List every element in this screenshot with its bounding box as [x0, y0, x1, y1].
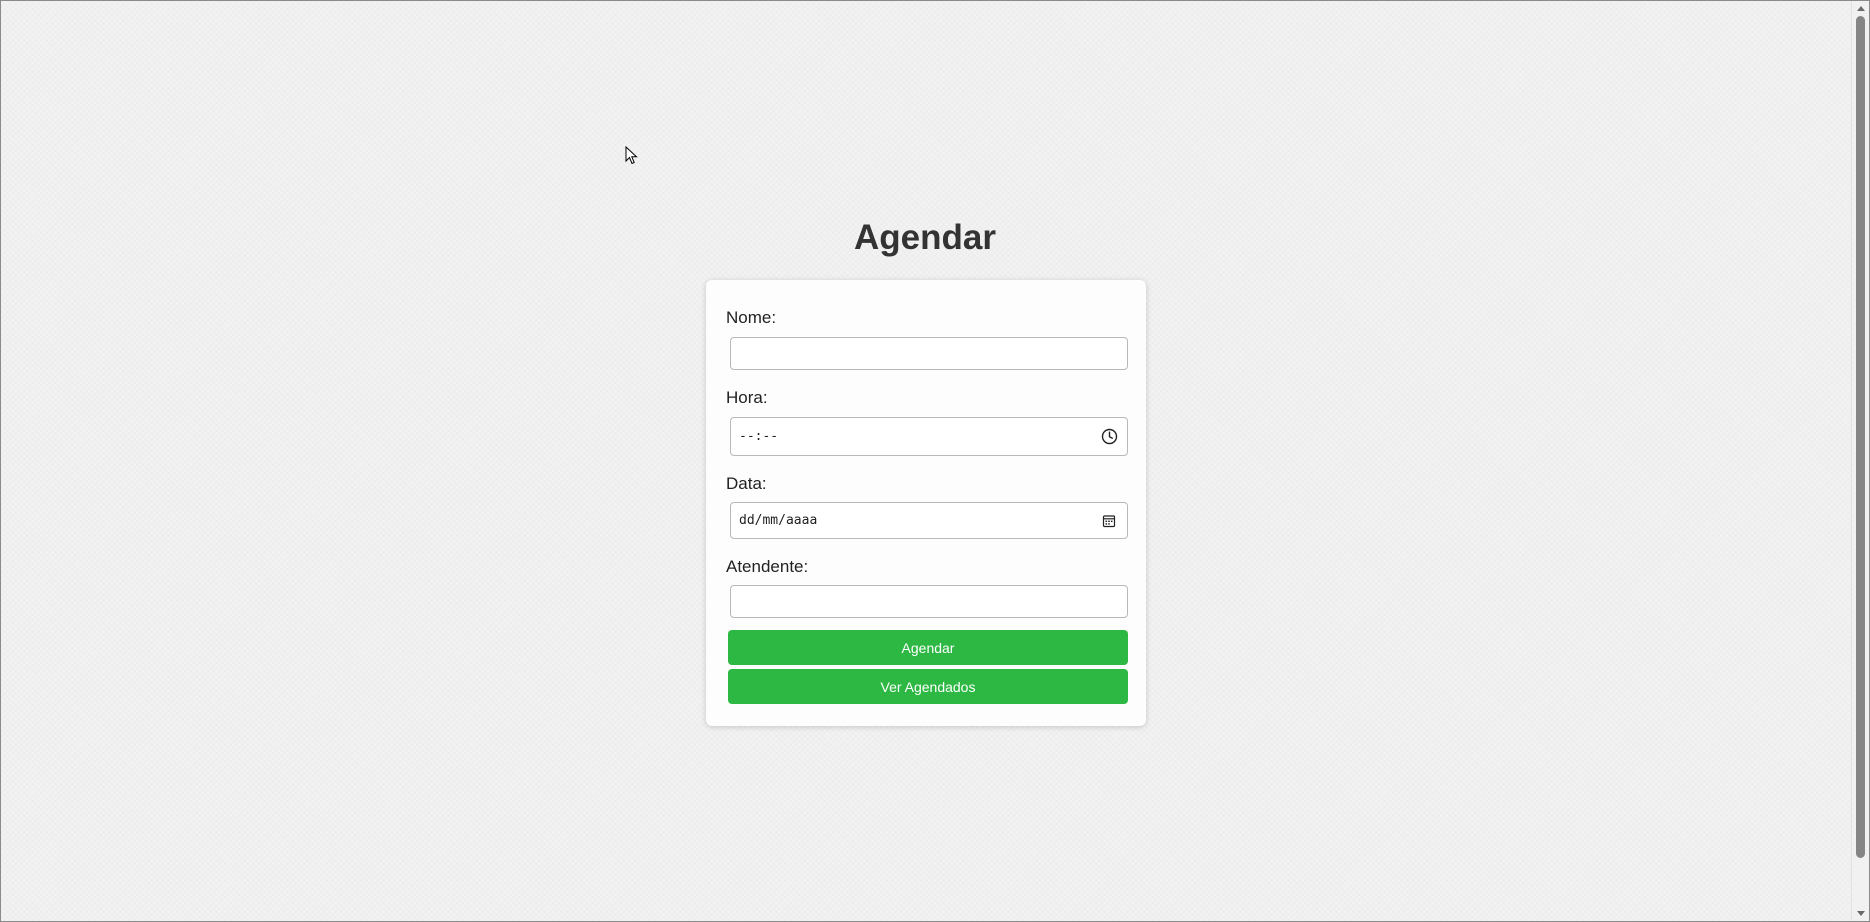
- view-scheduled-button[interactable]: Ver Agendados: [728, 669, 1128, 704]
- scroll-down-arrow-icon[interactable]: [1852, 906, 1870, 922]
- time-input[interactable]: --:--: [730, 417, 1128, 456]
- page-title: Agendar: [854, 218, 996, 257]
- mouse-cursor-icon: [625, 146, 638, 165]
- clock-icon[interactable]: [1099, 427, 1119, 447]
- schedule-form-card: Nome: Hora: --:-- Data: dd/mm/aaaa Atend…: [706, 280, 1146, 726]
- date-input[interactable]: dd/mm/aaaa: [730, 502, 1128, 539]
- attendant-input[interactable]: [730, 585, 1128, 618]
- name-input[interactable]: [730, 337, 1128, 370]
- date-input-value: dd/mm/aaaa: [739, 513, 818, 528]
- attendant-label: Atendente:: [726, 557, 809, 576]
- calendar-icon[interactable]: [1099, 511, 1119, 531]
- page: Agendar Nome: Hora: --:-- Data: dd/mm/aa…: [0, 0, 1850, 922]
- scrollbar-thumb[interactable]: [1856, 16, 1865, 858]
- vertical-scrollbar[interactable]: [1851, 0, 1870, 922]
- date-label: Data:: [726, 474, 767, 493]
- time-label: Hora:: [726, 388, 768, 407]
- time-input-value: --:--: [739, 429, 779, 444]
- schedule-button[interactable]: Agendar: [728, 630, 1128, 665]
- name-label: Nome:: [726, 308, 777, 327]
- scroll-up-arrow-icon[interactable]: [1852, 0, 1870, 16]
